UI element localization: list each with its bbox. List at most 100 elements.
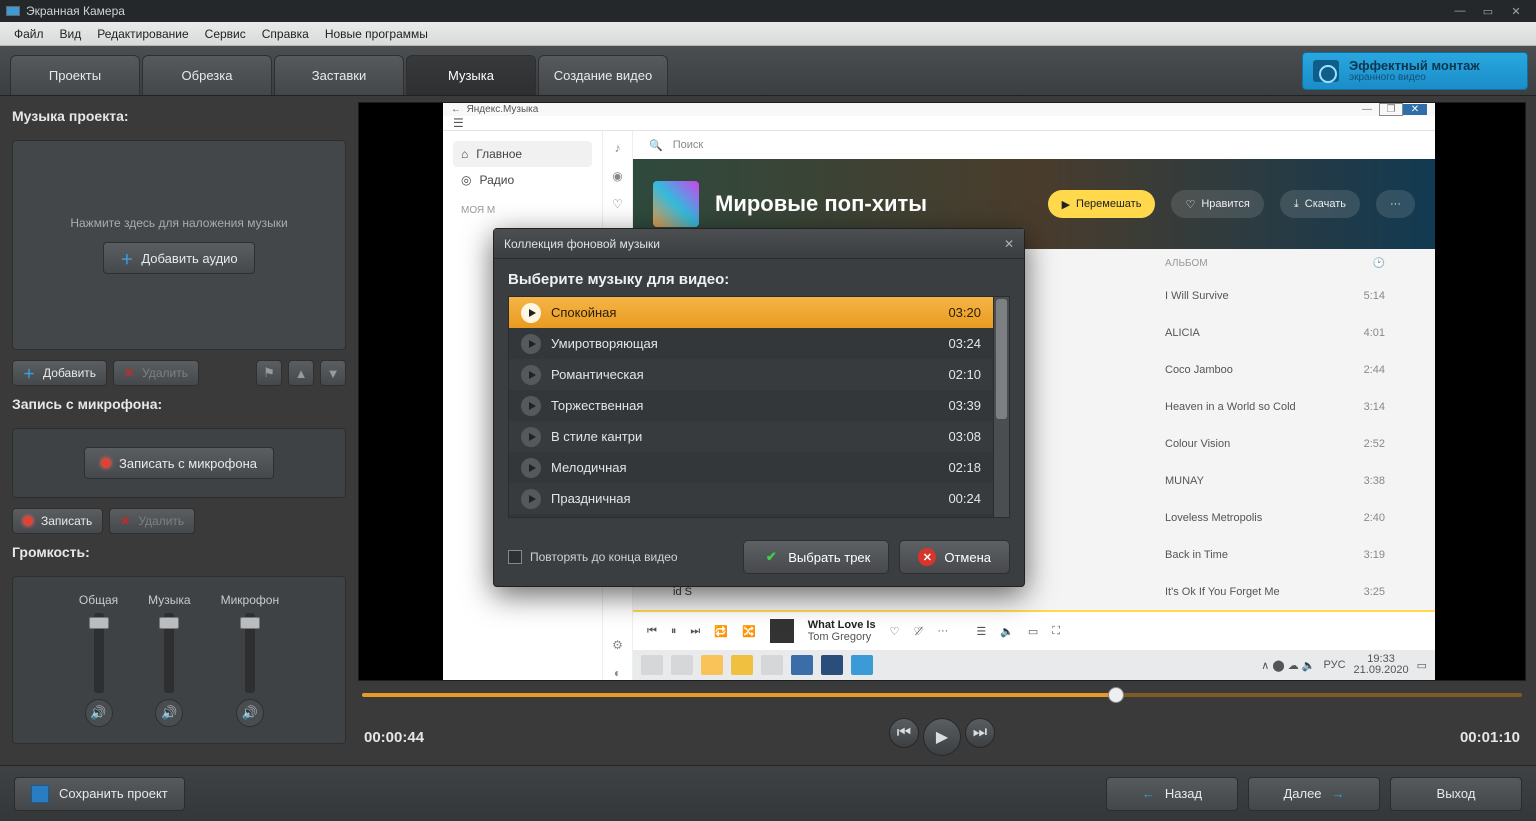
- tab-projects[interactable]: Проекты: [10, 55, 140, 95]
- next-frame-button[interactable]: ⏭: [965, 718, 995, 748]
- repeat-checkbox[interactable]: Повторять до конца видео: [508, 550, 733, 564]
- sidebar-home: Главное: [476, 147, 522, 161]
- play-icon: [521, 303, 541, 323]
- dialog-track-list: Спокойная03:20Умиротворяющая03:24Романти…: [509, 297, 993, 517]
- tab-music[interactable]: Музыка: [406, 55, 536, 95]
- dropzone-hint: Нажмите здесь для наложения музыки: [70, 216, 287, 230]
- now-playing-artist: Tom Gregory: [808, 631, 876, 643]
- play-icon: [521, 334, 541, 354]
- project-music-title: Музыка проекта:: [12, 108, 346, 124]
- maximize-icon: ❐: [1379, 103, 1403, 116]
- record-button[interactable]: Записать: [12, 508, 103, 534]
- window-maximize[interactable]: ▭: [1474, 5, 1502, 18]
- volume-master-slider[interactable]: [94, 613, 104, 693]
- volume-music-mute[interactable]: 🔊: [155, 699, 183, 727]
- tab-trim[interactable]: Обрезка: [142, 55, 272, 95]
- timeline[interactable]: [358, 681, 1526, 709]
- dialog-track[interactable]: Умиротворяющая03:24: [509, 328, 993, 359]
- tray-lang: РУС: [1324, 659, 1346, 671]
- window-minimize[interactable]: —: [1446, 5, 1474, 17]
- dialog-track[interactable]: Мелодичная02:18: [509, 452, 993, 483]
- exit-button[interactable]: Выход: [1390, 777, 1522, 811]
- volume-master-mute[interactable]: 🔊: [85, 699, 113, 727]
- move-up-button[interactable]: ▲: [288, 360, 314, 386]
- record-icon: [23, 516, 33, 526]
- volume-mic-slider[interactable]: [245, 613, 255, 693]
- dialog-title: Коллекция фоновой музыки: [504, 237, 660, 251]
- add-button[interactable]: ＋Добавить: [12, 360, 107, 386]
- menu-new[interactable]: Новые программы: [317, 27, 436, 41]
- track-name: Умиротворяющая: [551, 336, 938, 351]
- track-name: Романтическая: [551, 367, 938, 382]
- footer-bar: Сохранить проект ←Назад Далее→ Выход: [0, 765, 1536, 821]
- x-icon: ✖: [120, 514, 130, 528]
- timecode-current: 00:00:44: [364, 729, 474, 746]
- mic-title: Запись с микрофона:: [12, 396, 346, 412]
- check-icon: ✔: [762, 548, 780, 566]
- dialog-track[interactable]: Спокойная03:20: [509, 297, 993, 328]
- volume-master: Общая 🔊: [79, 593, 118, 727]
- left-panel: Музыка проекта: Нажмите здесь для наложе…: [0, 96, 358, 765]
- delete-button[interactable]: ✖Удалить: [113, 360, 199, 386]
- shuffle-button: ▶ Перемешать: [1048, 190, 1156, 218]
- arrow-right-icon: →: [1332, 786, 1345, 801]
- track-name: Торжественная: [551, 398, 938, 413]
- volume-mic-mute[interactable]: 🔊: [236, 699, 264, 727]
- volume-mic-label: Микрофон: [221, 593, 279, 607]
- shuffle-icon: 🔀: [742, 625, 756, 638]
- download-button: ⤓ Скачать: [1280, 190, 1360, 218]
- tab-export[interactable]: Создание видео: [538, 55, 668, 95]
- tab-intros[interactable]: Заставки: [274, 55, 404, 95]
- play-icon: [521, 489, 541, 509]
- dialog-track[interactable]: Праздничная00:24: [509, 483, 993, 514]
- track-duration: 00:24: [948, 491, 981, 506]
- flag-button[interactable]: ⚑: [256, 360, 282, 386]
- menu-bar: Файл Вид Редактирование Сервис Справка Н…: [0, 22, 1536, 46]
- plus-icon: ＋: [120, 249, 133, 268]
- add-audio-button[interactable]: ＋ Добавить аудио: [103, 242, 254, 274]
- menu-service[interactable]: Сервис: [197, 27, 254, 41]
- select-track-label: Выбрать трек: [788, 550, 870, 565]
- back-button[interactable]: ←Назад: [1106, 777, 1238, 811]
- cancel-button[interactable]: ✕ Отмена: [899, 540, 1010, 574]
- menu-edit[interactable]: Редактирование: [89, 27, 196, 41]
- col-album: АЛЬБОМ: [1165, 258, 1335, 269]
- prev-icon: ⏮: [647, 625, 657, 638]
- playlist-cover: [653, 181, 699, 227]
- dialog-heading: Выберите музыку для видео:: [508, 271, 1010, 288]
- dialog-track[interactable]: Романтическая 02:10: [509, 359, 993, 390]
- window-close[interactable]: ✕: [1502, 5, 1530, 18]
- prev-frame-button[interactable]: ⏮: [889, 718, 919, 748]
- pause-icon: ⏸: [671, 625, 677, 638]
- dialog-close-button[interactable]: ✕: [1004, 237, 1014, 251]
- move-down-button[interactable]: ▼: [320, 360, 346, 386]
- project-music-dropzone[interactable]: Нажмите здесь для наложения музыки ＋ Доб…: [12, 140, 346, 350]
- dialog-track[interactable]: Торжественная03:39: [509, 390, 993, 421]
- promo-banner[interactable]: Эффектный монтаж экранного видео: [1302, 52, 1528, 90]
- volume-music-slider[interactable]: [164, 613, 174, 693]
- now-playing-title: What Love Is: [808, 619, 876, 631]
- add-audio-label: Добавить аудио: [141, 251, 237, 266]
- heart-icon: ♡: [890, 625, 900, 638]
- play-button[interactable]: ▶: [923, 718, 961, 756]
- next-icon: ⏭: [690, 625, 700, 638]
- close-icon: ✕: [1403, 104, 1427, 115]
- save-project-button[interactable]: Сохранить проект: [14, 777, 185, 811]
- minimize-icon: —: [1355, 104, 1379, 115]
- menu-file[interactable]: Файл: [6, 27, 52, 41]
- next-button[interactable]: Далее→: [1248, 777, 1380, 811]
- select-track-button[interactable]: ✔ Выбрать трек: [743, 540, 889, 574]
- record-icon: [101, 458, 111, 468]
- menu-help[interactable]: Справка: [254, 27, 317, 41]
- delete-recording-button[interactable]: ✖Удалить: [109, 508, 195, 534]
- dialog-track[interactable]: В стиле кантри03:08: [509, 421, 993, 452]
- cancel-label: Отмена: [944, 550, 991, 565]
- timeline-knob[interactable]: [1108, 687, 1124, 703]
- search-icon: 🔍: [649, 139, 663, 152]
- exit-label: Выход: [1437, 786, 1476, 801]
- record-mic-button[interactable]: Записать с микрофона: [84, 447, 274, 479]
- disk-icon: [31, 785, 49, 803]
- track-duration: 02:10: [948, 367, 981, 382]
- dialog-scrollbar[interactable]: [993, 297, 1009, 517]
- menu-view[interactable]: Вид: [52, 27, 90, 41]
